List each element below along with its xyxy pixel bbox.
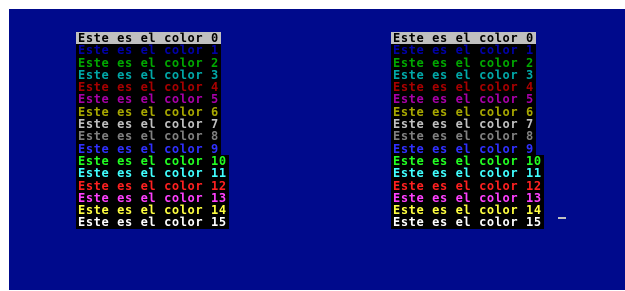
- color-line: Este es el color 11: [76, 166, 229, 181]
- color-line: Este es el color 5: [391, 92, 536, 107]
- color-line: Este es el color 15: [76, 215, 229, 230]
- color-line: Este es el color 1: [76, 43, 221, 58]
- color-line: Este es el color 5: [76, 92, 221, 107]
- console-screen: Este es el color 0 Este es el color 1 Es…: [9, 9, 625, 290]
- color-line: Este es el color 1: [391, 43, 536, 58]
- color-list-right: Este es el color 0 Este es el color 1 Es…: [391, 32, 544, 229]
- color-line: Este es el color 8: [76, 129, 221, 144]
- color-line: Este es el color 12: [76, 178, 229, 193]
- color-line: Este es el color 15: [391, 215, 544, 230]
- color-line: Este es el color 11: [391, 166, 544, 181]
- color-line: Este es el color 8: [391, 129, 536, 144]
- color-line: Este es el color 12: [391, 178, 544, 193]
- text-cursor: [558, 217, 566, 219]
- color-list-left: Este es el color 0 Este es el color 1 Es…: [76, 32, 229, 229]
